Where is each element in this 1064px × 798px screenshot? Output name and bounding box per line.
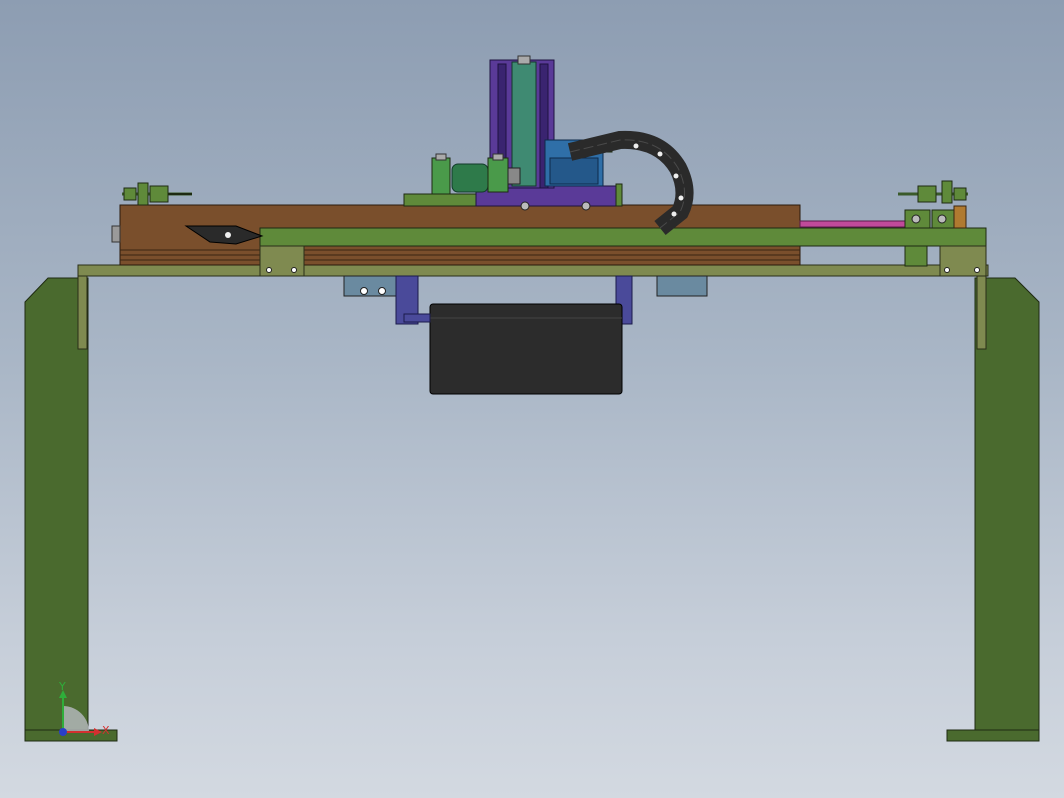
triad-y-label: Y (58, 680, 66, 693)
gear-motor (431, 153, 521, 195)
guide-rod (799, 220, 921, 228)
left-limit-sensor (122, 182, 192, 206)
right-limit-sensor (898, 180, 968, 204)
right-support-leg (946, 277, 1040, 742)
left-support-leg (24, 277, 118, 742)
servo-motor (403, 303, 623, 395)
cad-viewport[interactable]: Y X (0, 0, 1064, 798)
triad-x-label: X (102, 724, 110, 737)
